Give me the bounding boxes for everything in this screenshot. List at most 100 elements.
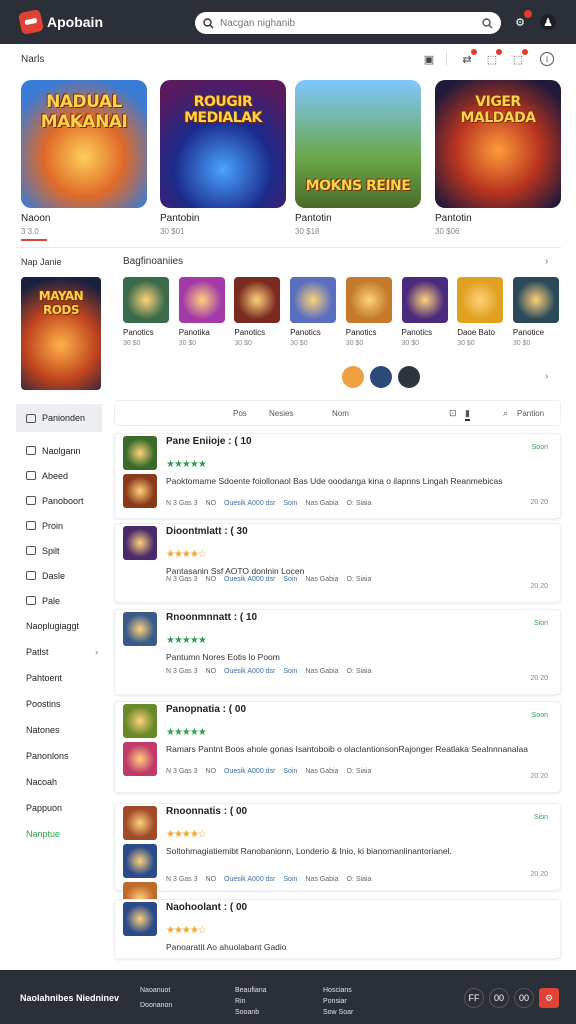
- footer-social-button[interactable]: FF: [464, 988, 484, 1008]
- game-list-card[interactable]: Rnoonnatis : ( 00 ★★★★☆ Soltohmagiatiemibt…: [114, 803, 561, 916]
- footer-social-button[interactable]: 00: [514, 988, 534, 1008]
- meta-link[interactable]: Ouesik A000 dsr: [224, 668, 275, 675]
- sidebar-item[interactable]: Panonlons: [16, 743, 102, 769]
- sidebar-item[interactable]: Naoplugiaggt: [16, 613, 102, 639]
- sort-search-icon[interactable]: ⌕: [503, 408, 508, 419]
- sidebar-item-label: Naolgann: [42, 445, 81, 456]
- meta-link[interactable]: Ouesik A000 dsr: [224, 876, 275, 883]
- notifications-icon[interactable]: ⚙: [512, 10, 532, 30]
- view-list-icon[interactable]: ▮: [465, 408, 470, 421]
- sort-label[interactable]: Pantion: [517, 409, 544, 418]
- sidebar-item[interactable]: Pale: [16, 588, 102, 613]
- sidebar-item[interactable]: Poostins: [16, 691, 102, 717]
- footer-link[interactable]: Sow Soar: [323, 1007, 353, 1018]
- cart-icon[interactable]: ⬚: [511, 49, 528, 66]
- meta-link[interactable]: Soin: [283, 500, 297, 507]
- sidebar-item[interactable]: Abeed: [16, 463, 102, 488]
- game-list-card[interactable]: Pane Eniioje : ( 10 ★★★★★ Paoktomame Sdoen…: [114, 433, 561, 519]
- footer-link[interactable]: Hoscians: [323, 985, 353, 996]
- mini-game-card[interactable]: Panotics 30 $0: [123, 277, 169, 347]
- game-list-card[interactable]: Dioontmlatt : ( 30 ★★★★☆ Pantasanin Ssf AO…: [114, 523, 561, 603]
- sidebar-item-label: Dasle: [42, 570, 66, 581]
- meta-count: N 3 Gas 3: [166, 876, 198, 883]
- circle-avatar[interactable]: [370, 366, 392, 388]
- promo-banner[interactable]: MAYAN RODS: [21, 277, 101, 390]
- mini-game-card[interactable]: Panotics 30 $0: [290, 277, 337, 347]
- search-submit-icon[interactable]: [482, 17, 493, 29]
- mini-game-card[interactable]: Panotika 30 $0: [178, 277, 225, 347]
- footer-social-button[interactable]: 00: [489, 988, 509, 1008]
- meta-link[interactable]: Soin: [283, 668, 297, 675]
- footer-link[interactable]: Beaufiana: [235, 985, 267, 996]
- tab-nesies[interactable]: Nesies: [269, 409, 293, 418]
- mini-game-meta: 30 $0: [234, 340, 252, 347]
- sidebar-item[interactable]: Proin: [16, 513, 102, 538]
- circle-avatar[interactable]: [398, 366, 420, 388]
- sidebar-item[interactable]: Naolgann: [16, 438, 102, 463]
- carousel-next-icon[interactable]: ›: [545, 371, 548, 382]
- meta-link[interactable]: Ouesik A000 dsr: [224, 768, 275, 775]
- sidebar-item[interactable]: Panionden: [16, 404, 102, 432]
- sidebar-item[interactable]: Nacoah: [16, 769, 102, 795]
- game-description: Paoktomame Sdoente foiollonaol Bas Ude o…: [166, 476, 503, 486]
- sidebar-item-label: Spilt: [42, 545, 60, 556]
- mini-game-card[interactable]: Daoe Bato 30 $0: [457, 277, 504, 347]
- sidebar-item[interactable]: Spilt: [16, 538, 102, 563]
- sidebar-item[interactable]: Pahtoent: [16, 665, 102, 691]
- footer-link[interactable]: Rin: [235, 996, 267, 1007]
- game-list-card[interactable]: Naohoolant : ( 00 ★★★★☆ Panoaratit Ao ahuo…: [114, 899, 561, 959]
- mini-game-art: [345, 277, 392, 323]
- meta-link[interactable]: Soin: [283, 576, 297, 583]
- sidebar-item-label: Panoboort: [42, 495, 84, 506]
- chat-icon[interactable]: ▣: [422, 52, 436, 66]
- share-icon[interactable]: ⇄: [460, 49, 477, 66]
- tab-nom[interactable]: Nom: [332, 409, 349, 418]
- chevron-right-icon[interactable]: ›: [545, 256, 548, 267]
- bookmark-icon[interactable]: ⬚: [485, 49, 502, 66]
- meta-link[interactable]: Ouesik A000 dsr: [224, 576, 275, 583]
- sidebar-item[interactable]: Natones: [16, 717, 102, 743]
- footer-link[interactable]: Naoanuot: [140, 985, 172, 996]
- footer-column: Hoscians Ponsiar Sow Soar: [323, 985, 353, 1018]
- featured-card[interactable]: MOKNS REINE Pantotin 30 $18: [295, 80, 421, 236]
- circle-avatar[interactable]: [342, 366, 364, 388]
- game-art-label: ROUGIR MEDIALAK: [184, 94, 262, 126]
- meta-link[interactable]: Soin: [283, 876, 297, 883]
- featured-card[interactable]: ROUGIR MEDIALAK Pantobin 30 $01: [160, 80, 286, 236]
- featured-card[interactable]: NADUAL MAKANAI Naoon 3 3.0: [21, 80, 147, 241]
- footer-link[interactable]: Sooanb: [235, 1007, 267, 1018]
- mini-game-card[interactable]: Panotics 30 $0: [234, 277, 281, 347]
- search-input[interactable]: [220, 17, 476, 29]
- featured-card[interactable]: VIGER MALDADA Pantotin 30 $06: [435, 80, 561, 236]
- game-list-card[interactable]: Panopnatia : ( 00 ★★★★★ Ramars Pantnt Boos…: [114, 701, 561, 793]
- mini-game-art: [512, 277, 559, 323]
- meta-platform: NO: [205, 500, 217, 507]
- info-icon[interactable]: i: [540, 52, 554, 66]
- game-description: Ramars Pantnt Boos ahole gonas Isantoboi…: [166, 744, 528, 754]
- sidebar-item[interactable]: Patlst ›: [16, 639, 102, 665]
- search-bar[interactable]: [195, 12, 501, 34]
- game-list-card[interactable]: Rnoonmnnatt : ( 10 ★★★★★ Pantumn Nores Eot…: [114, 609, 561, 695]
- featured-meta: 3 3.0: [21, 227, 39, 236]
- footer-settings-button[interactable]: ⚙: [539, 988, 559, 1008]
- sidebar-item[interactable]: Dasle: [16, 563, 102, 588]
- sidebar-item[interactable]: Nanptue: [16, 821, 102, 847]
- mini-game-card[interactable]: Panotics 30 $0: [401, 277, 448, 347]
- meta-link[interactable]: Ouesik A000 dsr: [224, 500, 275, 507]
- profile-avatar[interactable]: ♟: [540, 14, 556, 30]
- meta-link[interactable]: Soin: [283, 768, 297, 775]
- app-logo[interactable]: Apobain: [17, 8, 103, 36]
- mini-game-card[interactable]: Panotics 30 $0: [345, 277, 392, 347]
- game-title: Rnoonnatis : ( 00: [166, 806, 248, 817]
- sidebar-item[interactable]: Panoboort: [16, 488, 102, 513]
- view-grid-icon[interactable]: ⊡: [449, 408, 457, 419]
- tab-pos[interactable]: Pos: [233, 409, 247, 418]
- sidebar-item[interactable]: Pappuon: [16, 795, 102, 821]
- meta-status: O: Siaia: [346, 576, 372, 583]
- footer-link[interactable]: Doonanon: [140, 1000, 172, 1011]
- game-title: Panopnatia : ( 00: [166, 704, 247, 715]
- meta-status: O: Siaia: [346, 768, 372, 775]
- meta-platform: NO: [205, 576, 217, 583]
- mini-game-card[interactable]: Panotice 30 $0: [512, 277, 559, 347]
- footer-link[interactable]: Ponsiar: [323, 996, 353, 1007]
